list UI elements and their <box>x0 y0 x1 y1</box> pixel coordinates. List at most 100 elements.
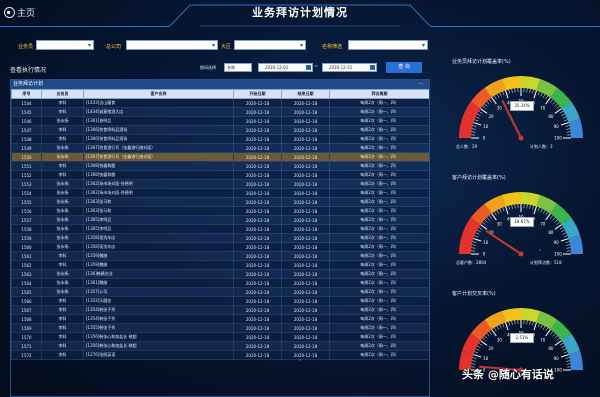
table-row[interactable]: 1568李科[1354]韩张子秀2020-12-182020-12-18每周2次… <box>12 315 430 324</box>
table-row[interactable]: 1552李科[1368]快露和酸2020-12-182020-12-18每周2次… <box>12 171 430 180</box>
table-row[interactable]: 1554张永杨[1362]场市场对面-徐德明2020-12-182020-12-… <box>12 189 430 198</box>
home-link[interactable]: 主页 <box>4 6 35 19</box>
query-button[interactable]: 查 询 <box>386 62 422 73</box>
gauge-tick <box>479 111 482 113</box>
gauge-tick-label: 80 <box>548 346 554 351</box>
table-row[interactable]: 1563张永杨[136]韩横交业2020-12-182020-12-18每周2次… <box>12 270 430 279</box>
date-to-value: 2020-12-31 <box>329 65 352 70</box>
table-cell: [1355]韩张子秀 <box>84 324 234 333</box>
column-header[interactable]: 序号 <box>12 90 42 99</box>
table-cell: 2020-12-18 <box>282 315 330 324</box>
table-band-title: 业务拜访计划 <box>13 81 43 87</box>
table-row[interactable]: 1545李科[1434]诚意猪酒大店2020-12-182020-12-18每周… <box>12 108 430 117</box>
table-cell: 2020-12-18 <box>234 117 282 126</box>
table-cell: 李科 <box>42 126 84 135</box>
gauge-tick <box>500 93 502 97</box>
table-row[interactable]: 1558张永杨[1365]李明品2020-12-182020-12-18每周2次… <box>12 225 430 234</box>
table-cell: [136]韩横交业 <box>84 270 234 279</box>
column-header[interactable]: 开始日期 <box>234 90 282 99</box>
table-row[interactable]: 1551李科[1368]快露和酸2020-12-182020-12-18每周2次… <box>12 162 430 171</box>
table-row[interactable]: 1550张永杨[1367]快食酒行号（金鑫银行旗对面）2020-12-18202… <box>12 153 430 162</box>
gauge-tick <box>555 336 558 339</box>
table-cell: 1544 <box>12 99 42 108</box>
table-cell: 1557 <box>12 216 42 225</box>
date-from-input[interactable]: 2020-12-01 <box>258 63 313 72</box>
table-cell: 1569 <box>12 324 42 333</box>
column-header[interactable]: 拜访周期 <box>330 90 430 99</box>
table-row[interactable]: 1557张永杨[1365]李明品2020-12-182020-12-18每周2次… <box>12 216 430 225</box>
table-row[interactable]: 1560张永杨[1358]现洗车店2020-12-182020-12-18每周2… <box>12 243 430 252</box>
table-row[interactable]: 1570李科[1356]韩张心和加盐长 晓超2020-12-182020-12-… <box>12 333 430 342</box>
table-row[interactable]: 1555张永杨[1363]张马和2020-12-182020-12-18每周2次… <box>12 198 430 207</box>
gauge-tick <box>563 349 567 351</box>
salesperson-select[interactable] <box>36 40 94 50</box>
table-row[interactable]: 1556张永杨[1363]张马和2020-12-182020-12-18每周2次… <box>12 207 430 216</box>
table-row[interactable]: 1549张永杨[1367]快食酒行号（金鑫银行旗对面）2020-12-18202… <box>12 144 430 153</box>
table-cell: 每周2次（周一、四） <box>330 162 430 171</box>
table-row[interactable]: 1548李科[1366]快食明料品酒场2020-12-182020-12-18每… <box>12 135 430 144</box>
table-row[interactable]: 1547李科[1366]快食明料品酒场2020-12-182020-12-18每… <box>12 126 430 135</box>
calendar-icon[interactable] <box>306 65 311 70</box>
table-row[interactable]: 1544李科[1433]吉山屠食2020-12-182020-12-18每周2次… <box>12 99 430 108</box>
table-row[interactable]: 1546张永杨[1361]香明品2020-12-182020-12-18每周2次… <box>12 117 430 126</box>
period-select[interactable]: 名称 <box>224 63 252 72</box>
table-row[interactable]: 1571李科[1356]韩张心和加盐长 晓超2020-12-182020-12-… <box>12 342 430 351</box>
table-row[interactable]: 1572李科[1276]张照英语2020-12-182020-12-18每周2次… <box>12 351 430 360</box>
table-cell: [1276]张照英语 <box>84 351 234 360</box>
table-cell: 李科 <box>42 135 84 144</box>
table-row[interactable]: 1561李科[1359]魏腊2020-12-182020-12-18每周2次（周… <box>12 252 430 261</box>
name-filter-input[interactable] <box>348 40 428 50</box>
table-cell: 2020-12-18 <box>282 297 330 306</box>
table-cell: 2020-12-18 <box>282 261 330 270</box>
column-header[interactable]: 客户名称 <box>84 90 234 99</box>
column-header[interactable]: 结束日期 <box>282 90 330 99</box>
table-row[interactable]: 1569李科[1355]韩张子秀2020-12-182020-12-18每周2次… <box>12 324 430 333</box>
table-cell: 2020-12-18 <box>282 207 330 216</box>
table-cell: 2020-12-18 <box>234 324 282 333</box>
table-cell: 1570 <box>12 333 42 342</box>
gauge-tick <box>566 242 570 243</box>
table-cell: [1367]快食酒行号（金鑫银行旗对面） <box>84 153 234 162</box>
table-cell: [1359]魏腊 <box>84 261 234 270</box>
table-cell: 每周2次（周一、四） <box>330 216 430 225</box>
table-row[interactable]: 1566李科[1352]乐圆金2020-12-182020-12-18每周2次（… <box>12 297 430 306</box>
gauge-tick-label: 70 <box>540 338 546 343</box>
region-select[interactable] <box>234 40 306 50</box>
table-row[interactable]: 1567李科[1354]韩张子秀2020-12-182020-12-18每周2次… <box>12 306 430 315</box>
table-cell: 2020-12-18 <box>234 225 282 234</box>
table-cell: 2020-12-18 <box>234 189 282 198</box>
calendar-icon[interactable] <box>370 65 375 70</box>
section-title: 查看执行情况 <box>10 65 46 74</box>
table-cell: 每周2次（周一、四） <box>330 108 430 117</box>
table-cell: 1562 <box>12 261 42 270</box>
company-label: 总公司 <box>106 43 121 50</box>
gauge-tick <box>555 104 558 107</box>
gauge-tick <box>546 98 551 104</box>
gauge-tick <box>500 209 502 213</box>
gauge-tick <box>489 215 492 218</box>
more-icon[interactable]: ··· <box>418 80 423 89</box>
table-cell: 2020-12-18 <box>234 351 282 360</box>
column-header[interactable]: 业务员 <box>42 90 84 99</box>
gauge-tick <box>567 364 571 365</box>
gauge-tick <box>530 321 531 325</box>
company-select[interactable] <box>126 40 218 50</box>
table-row[interactable]: 1565张永杨[1357]公司2020-12-182020-12-18每周2次（… <box>12 288 430 297</box>
table-cell: 李科 <box>42 324 84 333</box>
date-to-input[interactable]: 2020-12-31 <box>322 63 377 72</box>
table-row[interactable]: 1553张永杨[1362]场市场对面-徐德明2020-12-182020-12-… <box>12 180 430 189</box>
table-cell: 2020-12-18 <box>234 243 282 252</box>
gauge-tick-label: 70 <box>540 222 546 227</box>
table-row[interactable]: 1559张永杨[1358]现洗车店2020-12-182020-12-18每周2… <box>12 234 430 243</box>
gauge-tick <box>479 343 482 345</box>
table-cell: 1563 <box>12 270 42 279</box>
page-title: 业务拜访计划情况 <box>170 4 430 20</box>
table-row[interactable]: 1562李科[1359]魏腊2020-12-182020-12-18每周2次（周… <box>12 261 430 270</box>
gauge-tick <box>534 90 536 98</box>
table-cell: 2020-12-18 <box>234 171 282 180</box>
gauge-tick <box>482 222 485 225</box>
gauge-title: 业务员拜访计划覆盖率(%) <box>452 58 511 65</box>
table-row[interactable]: 1564张永杨[1361]魏腊2020-12-182020-12-18每周2次（… <box>12 279 430 288</box>
table-cell: 1572 <box>12 351 42 360</box>
table-cell: 1567 <box>12 306 42 315</box>
